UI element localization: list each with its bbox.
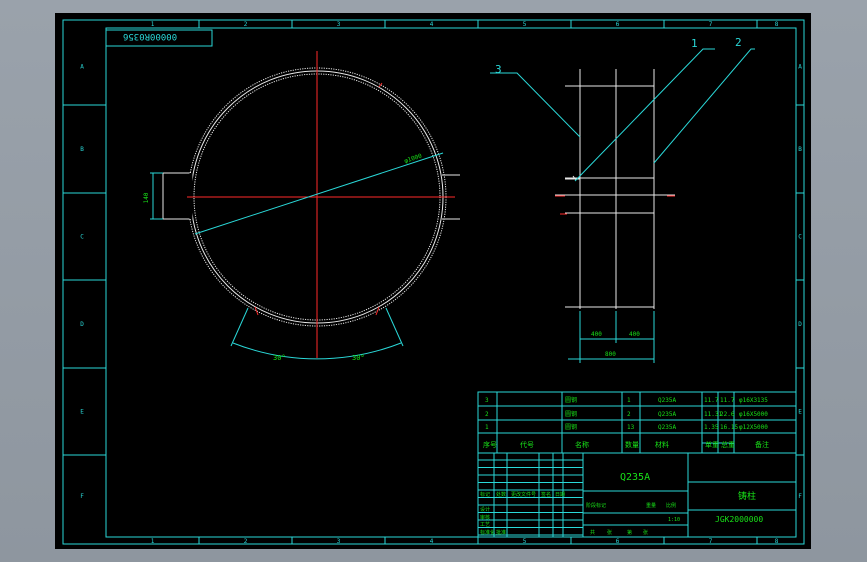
bom-header-cell: 名称 [575, 440, 589, 449]
zone-row-label: B [798, 146, 802, 153]
zone-row-label: D [798, 321, 802, 328]
bom-cell-note: φ12X5000 [739, 424, 768, 431]
title-block-label: 批准 [496, 529, 506, 536]
scale-value: 1:10 [668, 517, 680, 523]
bom-cell-name: 圆钢 [565, 410, 577, 418]
title-block-label: 更改文件号 [511, 491, 536, 498]
bom-header: 序号 代号 名称 数量 材料 单重 总重 备注 [483, 440, 769, 449]
ring-view: φ1000 140 30° 30° [143, 51, 460, 362]
bom-rows: 3 圆钢 1 Q235A 11.7 11.7 φ16X31352 圆钢 2 Q235A 11.312… [485, 396, 768, 431]
zone-col-label: 8 [775, 538, 779, 545]
title-block-label: 设计 [480, 506, 490, 513]
title-block-label: 张 [607, 529, 612, 536]
cage-red-lines [555, 195, 675, 319]
bom-cell-w2: 16.15 [720, 424, 738, 431]
zone-col-label: 8 [775, 21, 779, 28]
angle-right-label: 30° [352, 354, 365, 362]
bom-cell-no: 1 [485, 424, 489, 431]
zone-row-label: A [798, 64, 802, 71]
zone-row-label: B [80, 146, 84, 153]
bom-cell-qty: 13 [627, 424, 635, 431]
zone-row-label: E [80, 409, 84, 416]
title-block-label: 重量 [646, 502, 656, 509]
cad-drawing: 1122334455667788A AB BC CD DE EF F 00000R0356 … [62, 19, 805, 545]
title-block-label: 工艺 [480, 522, 490, 528]
zone-col-label: 2 [244, 21, 248, 28]
title-block-label: 标记 [480, 491, 490, 498]
zone-row-label: F [80, 493, 84, 500]
bom-cell-note: φ16X3135 [739, 397, 768, 404]
zone-labels: 1 1 2 2 3 3 4 4 5 5 6 6 7 7 8 8 A A B B C C D D E E F F [80, 21, 802, 545]
outer-frame [62, 19, 805, 545]
bom-header-cell: 单重 [705, 440, 719, 449]
drawing-number: JGK2000000 [715, 515, 763, 524]
angle-left-label: 30° [273, 354, 286, 362]
title-block-label: 处数 [496, 491, 506, 498]
zone-row-label: C [798, 234, 802, 241]
bom-cell-name: 圆钢 [565, 423, 577, 431]
zone-col-label: 5 [523, 538, 527, 545]
bom-cell-w1: 11.7 [704, 397, 719, 404]
zone-col-label: 1 [151, 538, 155, 545]
zone-col-label: 7 [709, 21, 713, 28]
title-block-label: 比例 [666, 502, 676, 509]
gap-label: 140 [143, 192, 150, 203]
bom-cell-no: 2 [485, 411, 489, 418]
callout-3: 3 [495, 63, 502, 76]
bom-cell-name: 圆钢 [565, 396, 577, 404]
title-block-label: 共 [590, 529, 595, 536]
zone-col-label: 6 [616, 538, 620, 545]
title-block-label: 张 [643, 529, 648, 536]
width-a-label: 400 [591, 331, 602, 338]
bom-header-cell: 材料 [655, 440, 669, 449]
title-block-label: 标准化 [480, 529, 495, 536]
bom-header-cell: 备注 [755, 440, 769, 449]
bom-header-cell: 序号 [483, 440, 497, 449]
zone-col-label: 3 [337, 21, 341, 28]
zone-col-label: 3 [337, 538, 341, 545]
bom-cell-mat: Q235A [658, 424, 676, 431]
part-name: 铸柱 [738, 490, 756, 502]
zone-grid [63, 20, 804, 544]
bom-cell-qty: 2 [627, 411, 631, 418]
zone-col-label: 1 [151, 21, 155, 28]
zone-row-label: D [80, 321, 84, 328]
bom-cell-note: φ16X5000 [739, 411, 768, 418]
callout-1: 1 [691, 37, 698, 50]
top-drawing-number: 00000R0356 [123, 31, 177, 41]
bom-cell-w1: 1.35 [704, 424, 719, 431]
bom-cell-mat: Q235A [658, 411, 676, 418]
bom-cell-w2: 11.7 [720, 397, 735, 404]
bom-header-cell: 数量 [625, 440, 639, 449]
zone-col-label: 5 [523, 21, 527, 28]
cage-view [555, 69, 675, 309]
bom-cell-w2: 22.6 [720, 411, 735, 418]
bom-cell-mat: Q235A [658, 397, 676, 404]
title-block-label: 阶段标记 [586, 502, 606, 509]
title-block-label: 审核 [480, 514, 490, 521]
zone-row-label: C [80, 234, 84, 241]
material-label: Q235A [620, 472, 650, 483]
leader-lines [490, 48, 755, 182]
zone-col-label: 7 [709, 538, 713, 545]
cad-viewport[interactable]: 1122334455667788AABBCCDDEEFF 00000R0356 … [55, 13, 811, 549]
bom-header-cell: 代号 [520, 440, 534, 449]
inner-frame [105, 27, 797, 538]
callout-2: 2 [735, 36, 742, 49]
zone-col-label: 6 [616, 21, 620, 28]
title-block-label: 第 [627, 529, 632, 536]
width-total-label: 800 [605, 351, 616, 358]
zone-col-label: 4 [430, 21, 434, 28]
bom-cell-no: 3 [485, 397, 489, 404]
bom-header-cell: 总重 [721, 440, 735, 449]
width-b-label: 400 [629, 331, 640, 338]
zone-row-label: E [798, 409, 802, 416]
zone-row-label: F [798, 493, 802, 500]
title-block-label: 签名 [541, 491, 551, 498]
zone-row-label: A [80, 64, 84, 71]
bom-cell-qty: 1 [627, 397, 631, 404]
zone-col-label: 4 [430, 538, 434, 545]
zone-col-label: 2 [244, 538, 248, 545]
title-block-label: 日期 [555, 492, 565, 498]
